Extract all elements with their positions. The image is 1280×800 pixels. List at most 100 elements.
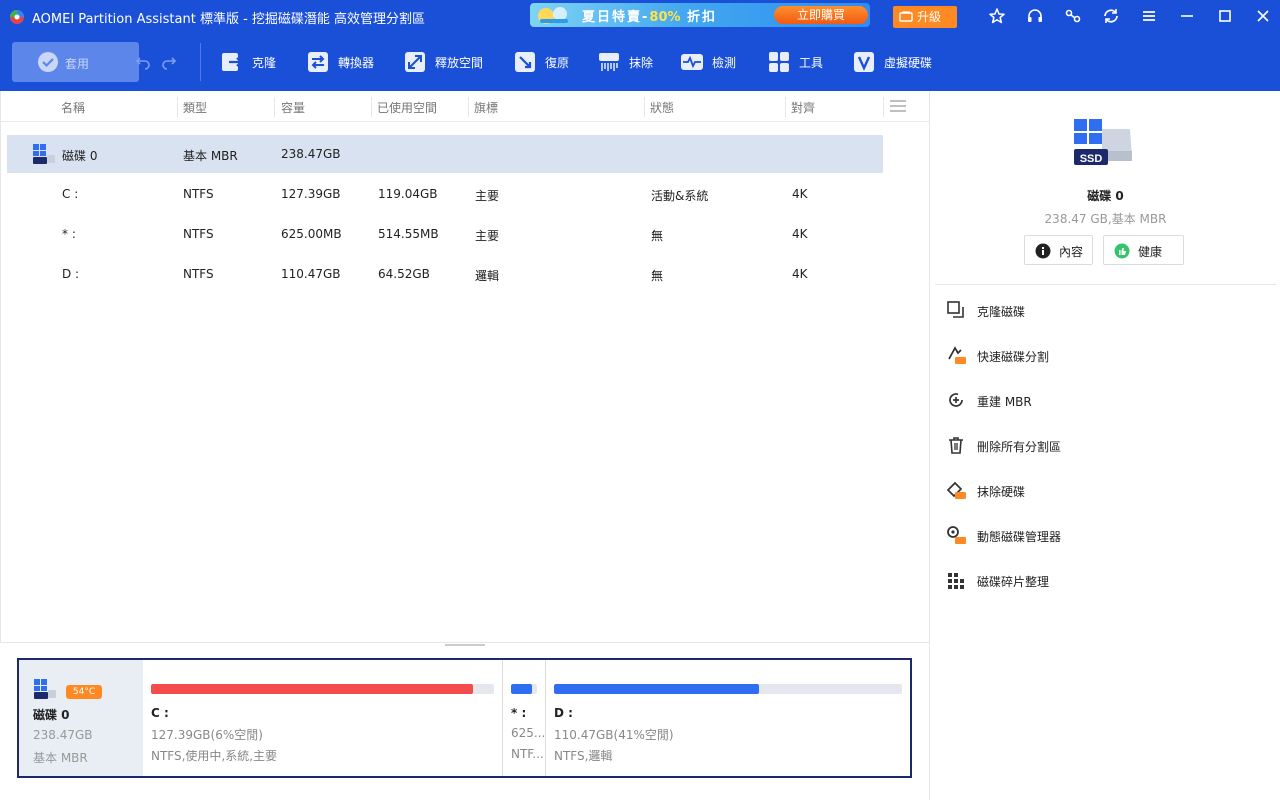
cell-used: 119.04GB xyxy=(378,187,438,201)
grid-tools-icon xyxy=(769,52,789,72)
ssd-label: SSD xyxy=(1080,153,1103,165)
toolbar-separator xyxy=(200,43,201,81)
cell-flag: 主要 xyxy=(475,229,500,243)
trash-icon xyxy=(949,437,963,454)
usage-bar xyxy=(151,684,494,694)
eraser-pro-icon xyxy=(946,481,966,499)
title-bar: AOMEI Partition Assistant 標準版 - 挖掘磁碟潛能 高… xyxy=(0,0,1280,33)
usage-bar-fill xyxy=(511,684,533,694)
dynamic-disk-pro-icon xyxy=(947,526,966,544)
cell-capacity: 127.39GB xyxy=(281,187,341,201)
partition-star[interactable]: * : 625... NTF... xyxy=(503,660,545,776)
ssd-disk-icon xyxy=(34,679,56,699)
promo-decoration-icon xyxy=(538,7,568,24)
check-circle-icon xyxy=(38,52,58,72)
selected-disk-desc: 238.47 GB,基本 MBR xyxy=(1044,212,1167,226)
op-defragment[interactable]: 磁碟碎片整理 xyxy=(946,570,1266,592)
column-used[interactable]: 已使用空間 xyxy=(377,99,437,116)
star-icon[interactable] xyxy=(988,7,1006,25)
column-settings-icon[interactable] xyxy=(889,99,907,113)
partition-details: NTFS,邏輯 xyxy=(554,749,613,763)
table-row[interactable]: * : NTFS 625.00MB 514.55MB 主要 無 4K xyxy=(7,215,883,253)
redo-icon[interactable] xyxy=(161,54,177,70)
cell-type: NTFS xyxy=(183,187,214,201)
cell-name: * : xyxy=(62,227,76,241)
op-rebuild-mbr[interactable]: 重建 MBR xyxy=(946,390,1266,412)
partition-c[interactable]: C : 127.39GB(6%空閒) NTFS,使用中,系統,主要 xyxy=(143,660,502,776)
cell-name: 磁碟 0 xyxy=(62,149,98,163)
disk-map-info[interactable]: 54°C 磁碟 0 238.47GB 基本 MBR xyxy=(19,660,143,776)
properties-button[interactable]: 內容 xyxy=(1024,235,1093,265)
window-title: AOMEI Partition Assistant 標準版 - 挖掘磁碟潛能 高… xyxy=(32,12,426,27)
column-type[interactable]: 類型 xyxy=(183,99,207,116)
op-clone-disk[interactable]: 克隆磁碟 xyxy=(946,300,1266,322)
pane-divider xyxy=(0,642,929,643)
upgrade-button[interactable]: 升級 xyxy=(893,6,957,28)
share-link-icon[interactable] xyxy=(1064,7,1082,25)
cell-status: 活動&系統 xyxy=(651,189,709,203)
column-flag[interactable]: 旗標 xyxy=(474,99,498,116)
info-icon xyxy=(1035,243,1051,259)
column-status[interactable]: 狀態 xyxy=(650,99,674,116)
ssd-disk-large-icon: SSD xyxy=(1074,119,1132,165)
menu-icon[interactable] xyxy=(1140,7,1158,25)
health-button[interactable]: 健康 xyxy=(1103,235,1184,265)
selected-disk-name: 磁碟 0 xyxy=(1087,189,1124,203)
app-logo-icon xyxy=(10,10,24,24)
op-quick-partition[interactable]: 快速磁碟分割 xyxy=(946,345,1266,367)
recovery-icon xyxy=(515,52,535,72)
column-name[interactable]: 名稱 xyxy=(61,99,85,116)
partition-size: 625... xyxy=(511,726,545,740)
disk-map-size: 238.47GB xyxy=(33,728,93,742)
column-separator xyxy=(785,97,786,117)
undo-icon[interactable] xyxy=(135,54,151,70)
usage-bar xyxy=(554,684,902,694)
op-delete-all-partitions[interactable]: 刪除所有分割區 xyxy=(946,435,1266,457)
cell-used: 64.52GB xyxy=(378,267,430,281)
clone-disk-icon xyxy=(947,301,964,318)
partition-d[interactable]: D : 110.47GB(41%空閒) NTFS,邏輯 xyxy=(546,660,910,776)
apply-button[interactable]: 套用 xyxy=(12,42,139,82)
temperature-badge: 54°C xyxy=(66,685,102,699)
partition-size: 127.39GB(6%空閒) xyxy=(151,728,263,742)
buy-now-button[interactable]: 立即購買 xyxy=(774,6,868,24)
column-separator xyxy=(177,97,178,117)
usage-bar-fill xyxy=(554,684,760,694)
disk-map[interactable]: 54°C 磁碟 0 238.47GB 基本 MBR C : 127.39GB(6… xyxy=(17,658,912,778)
table-row-disk[interactable]: 磁碟 0 基本 MBR 238.47GB xyxy=(7,135,883,173)
partition-details: NTFS,使用中,系統,主要 xyxy=(151,749,278,763)
cell-type: NTFS xyxy=(183,227,214,241)
cell-status: 無 xyxy=(651,269,664,283)
disk-map-type: 基本 MBR xyxy=(33,751,88,765)
table-row[interactable]: D : NTFS 110.47GB 64.52GB 邏輯 無 4K xyxy=(7,255,883,293)
resize-handle[interactable] xyxy=(445,644,485,646)
ssd-disk-icon xyxy=(33,144,55,164)
cell-type: 基本 MBR xyxy=(183,149,238,163)
op-dynamic-disk-manager[interactable]: 動態磁碟管理器 xyxy=(946,525,1266,547)
toolbar: 套用 克隆 轉換器 釋放空間 復原 抹除 檢測 工具 虛擬硬碟 xyxy=(0,33,1280,91)
defrag-icon xyxy=(948,573,964,589)
headset-icon[interactable] xyxy=(1026,7,1044,25)
cell-type: NTFS xyxy=(183,267,214,281)
column-separator xyxy=(371,97,372,117)
disk-map-name: 磁碟 0 xyxy=(33,708,70,722)
op-wipe-disk[interactable]: 抹除硬碟 xyxy=(946,480,1266,502)
promo-text: 夏日特賣-80% 折扣 xyxy=(582,10,718,25)
cell-name: D : xyxy=(62,267,80,281)
refresh-icon[interactable] xyxy=(1102,7,1120,25)
cell-flag: 邏輯 xyxy=(475,269,500,283)
cell-used: 514.55MB xyxy=(378,227,439,241)
rebuild-mbr-icon xyxy=(949,393,963,407)
column-align[interactable]: 對齊 xyxy=(791,99,815,116)
table-row[interactable]: C : NTFS 127.39GB 119.04GB 主要 活動&系統 4K xyxy=(7,175,883,213)
partition-name: D : xyxy=(554,706,573,720)
cell-capacity: 110.47GB xyxy=(281,267,341,281)
promo-banner[interactable]: 夏日特賣-80% 折扣 立即購買 xyxy=(530,3,870,27)
maximize-icon[interactable] xyxy=(1216,7,1234,25)
partition-size: 110.47GB(41%空閒) xyxy=(554,728,674,742)
close-icon[interactable] xyxy=(1254,7,1272,25)
cell-flag: 主要 xyxy=(475,189,500,203)
column-capacity[interactable]: 容量 xyxy=(281,99,305,116)
free-space-icon xyxy=(405,52,425,72)
minimize-icon[interactable] xyxy=(1178,7,1196,25)
